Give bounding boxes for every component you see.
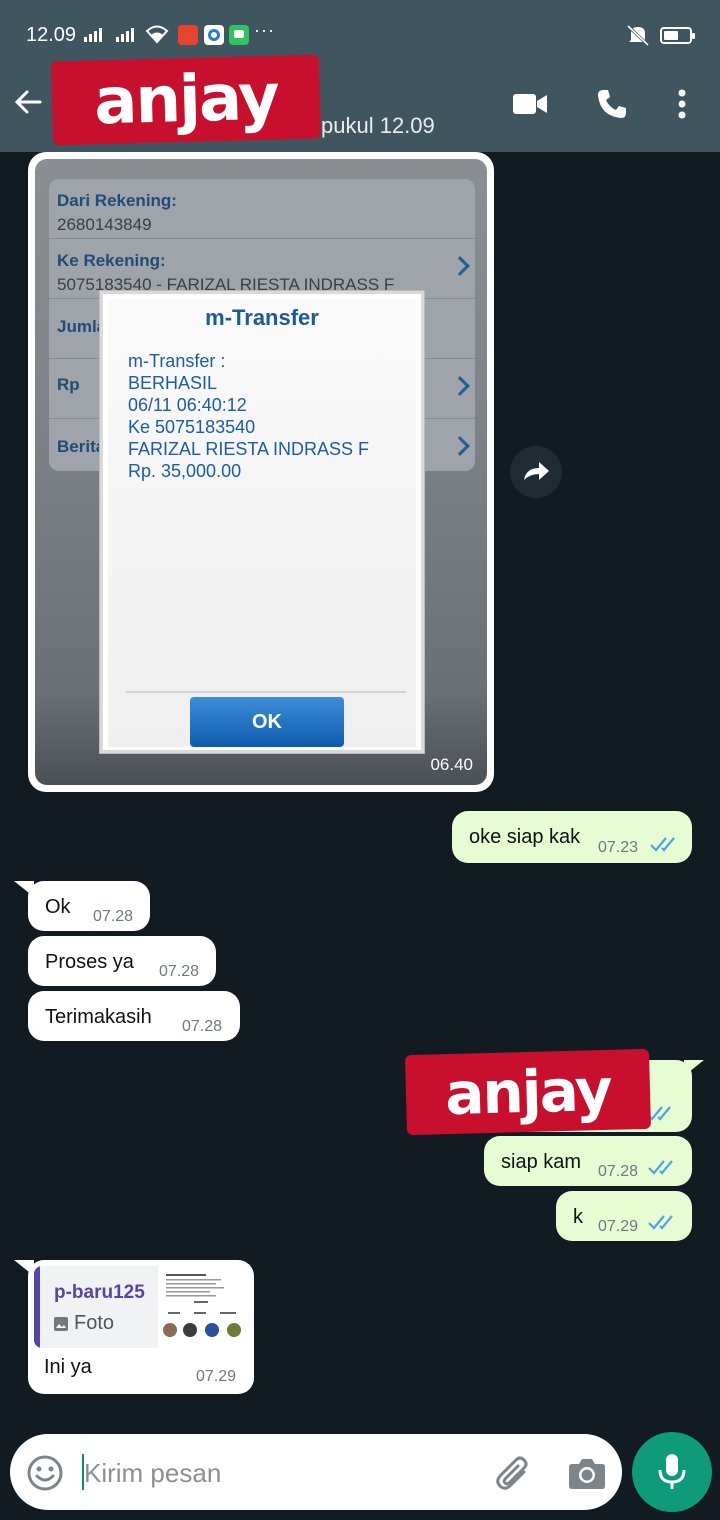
message-input-bar: Kirim pesan xyxy=(10,1434,622,1510)
attach-icon[interactable] xyxy=(494,1454,534,1494)
dialog-line: Rp. 35,000.00 xyxy=(128,461,242,481)
message-bubble-outgoing[interactable]: k 07.29 xyxy=(556,1191,692,1241)
to-label: Ke Rekening: xyxy=(57,251,166,270)
message-time: 07.28 xyxy=(159,963,200,980)
dialog-line: FARIZAL RIESTA INDRASS F xyxy=(128,439,370,459)
more-options-icon[interactable] xyxy=(676,88,688,120)
forward-button[interactable] xyxy=(510,446,562,498)
signal-icon xyxy=(116,26,134,42)
anjay-watermark-logo: anjay xyxy=(404,1048,652,1136)
quoted-media-type: Foto xyxy=(54,1312,114,1335)
message-notification-icon xyxy=(229,25,249,45)
message-time: 06.40 xyxy=(430,755,473,774)
dialog-line: 06/11 06:40:12 xyxy=(128,395,247,415)
notification-app-icon xyxy=(204,25,224,45)
dialog-line: BERHASIL xyxy=(128,373,218,393)
mute-icon xyxy=(626,24,650,46)
message-text: Ok xyxy=(45,896,71,918)
voice-call-icon[interactable] xyxy=(596,88,628,120)
message-time: 07.28 xyxy=(598,1163,639,1180)
news-label: Berita xyxy=(57,437,106,456)
form-row-from: Dari Rekening: 2680143849 xyxy=(49,179,475,239)
message-time: 07.28 xyxy=(93,908,134,925)
dialog-ok-button: OK xyxy=(190,697,344,747)
dialog-line: m-Transfer : xyxy=(128,351,226,371)
message-text: Proses ya xyxy=(45,951,134,973)
message-input[interactable]: Kirim pesan xyxy=(84,1458,221,1489)
voice-message-button[interactable] xyxy=(632,1432,712,1512)
more-notifications-icon: ··· xyxy=(254,20,275,40)
watermark-text: anjay xyxy=(93,60,279,140)
watermark-text: anjay xyxy=(444,1055,612,1129)
reply-message-bubble[interactable]: p-baru125 Foto Ini ya 07.29 xyxy=(28,1260,254,1394)
message-text: oke siap kak xyxy=(469,826,581,848)
status-time: 12.09 xyxy=(26,24,77,46)
message-bubble-incoming[interactable]: Ok 07.28 xyxy=(28,881,150,931)
profile-screenshot-thumbnail xyxy=(158,1266,248,1348)
read-ticks-icon xyxy=(648,1160,673,1175)
from-label: Dari Rekening: xyxy=(57,191,177,210)
m-transfer-dialog: m-Transfer m-Transfer : BERHASIL 06/11 0… xyxy=(100,291,424,753)
anjay-watermark-logo: anjay xyxy=(50,54,322,146)
quoted-media-label: Foto xyxy=(74,1312,115,1334)
quoted-message[interactable]: p-baru125 Foto xyxy=(34,1266,248,1348)
read-ticks-icon xyxy=(650,837,675,852)
emoji-icon[interactable] xyxy=(26,1454,64,1492)
message-time: 07.29 xyxy=(196,1368,237,1385)
signal-icon xyxy=(84,26,102,42)
quoted-sender-name: p-baru125 xyxy=(54,1282,145,1303)
photo-icon xyxy=(54,1316,68,1331)
form-row-to: Ke Rekening: 5075183540 - FARIZAL RIESTA… xyxy=(49,239,475,299)
chevron-right-icon xyxy=(450,376,470,396)
chat-area[interactable]: Dari Rekening: 2680143849 Ke Rekening: 5… xyxy=(0,152,720,1432)
message-time: 07.23 xyxy=(598,839,639,856)
forward-icon xyxy=(524,462,549,480)
message-text: Terimakasih xyxy=(45,1006,152,1028)
message-bubble-outgoing[interactable]: oke siap kak 07.23 xyxy=(452,811,692,863)
dialog-line: Ke 5075183540 xyxy=(128,417,256,437)
notification-app-icon xyxy=(178,25,198,45)
last-seen-subtitle: i pukul 12.09 xyxy=(310,113,435,138)
rp-label: Rp xyxy=(57,375,80,394)
quote-accent-bar xyxy=(34,1266,40,1348)
message-time: 07.28 xyxy=(182,1018,223,1035)
back-arrow-icon[interactable] xyxy=(10,84,46,120)
wifi-icon xyxy=(145,25,169,44)
video-call-icon[interactable] xyxy=(512,92,548,116)
chevron-right-icon xyxy=(450,436,470,456)
message-bubble-incoming[interactable]: Terimakasih 07.28 xyxy=(28,991,240,1041)
message-time: 07.29 xyxy=(598,1218,639,1235)
camera-icon[interactable] xyxy=(568,1456,606,1490)
message-bubble-outgoing[interactable]: siap kam 07.28 xyxy=(484,1136,692,1186)
dialog-separator xyxy=(126,691,406,693)
read-ticks-icon xyxy=(648,1215,673,1230)
message-text: k xyxy=(573,1206,583,1228)
battery-icon xyxy=(660,27,695,44)
message-text: siap kam xyxy=(501,1151,582,1173)
bubble-tail xyxy=(14,881,34,897)
amount-label: Jumla xyxy=(57,317,107,336)
dialog-title: m-Transfer xyxy=(205,305,319,330)
quoted-photo-thumbnail xyxy=(158,1266,248,1348)
chevron-right-icon xyxy=(450,256,470,276)
transfer-screenshot-image[interactable]: Dari Rekening: 2680143849 Ke Rekening: 5… xyxy=(35,159,487,785)
microphone-icon xyxy=(658,1454,686,1489)
message-text: Ini ya xyxy=(44,1356,92,1378)
message-bubble-incoming[interactable]: Proses ya 07.28 xyxy=(28,936,216,986)
from-value: 2680143849 xyxy=(57,215,152,234)
image-message[interactable]: Dari Rekening: 2680143849 Ke Rekening: 5… xyxy=(28,152,494,792)
bubble-tail xyxy=(684,1060,704,1076)
